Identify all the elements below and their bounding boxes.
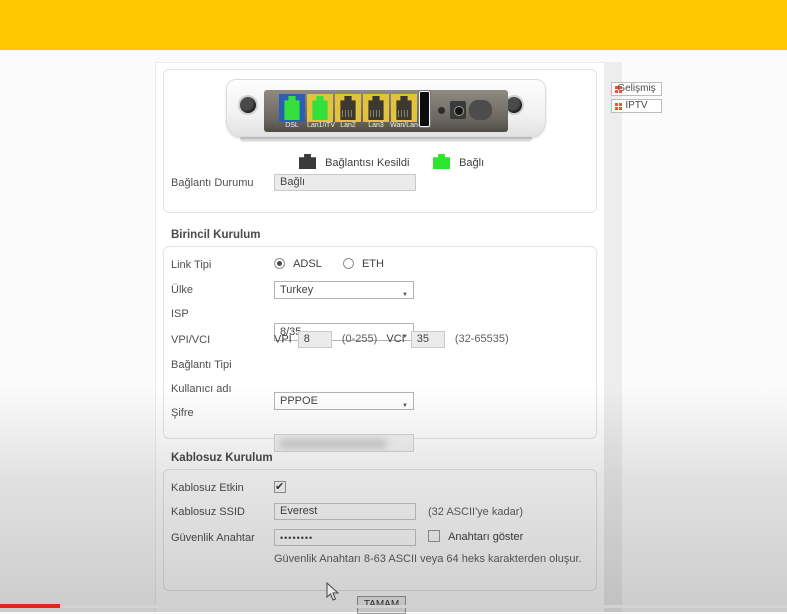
connected-plug-icon	[433, 154, 450, 169]
username-label: Kullanıcı adı	[171, 383, 232, 395]
wan-jack-disconnected-icon	[394, 96, 414, 120]
ssid-label: Kablosuz SSID	[171, 506, 245, 518]
port-lan1-iptv	[307, 94, 333, 122]
iptv-button-label: IPTV	[625, 100, 647, 111]
antenna-mount-left	[238, 95, 258, 115]
connection-type-select[interactable]: PPPOE ▼	[274, 392, 414, 410]
adsl-radio[interactable]	[274, 258, 285, 269]
isp-label: ISP	[171, 308, 189, 320]
grid-icon	[615, 86, 622, 93]
country-select-value: Turkey	[280, 284, 313, 296]
top-banner	[0, 0, 787, 50]
advanced-button[interactable]: Gelişmiş	[611, 82, 662, 96]
connection-status-field: Bağlı	[274, 174, 416, 191]
username-redacted-value	[279, 439, 387, 448]
chevron-down-icon: ▼	[402, 287, 408, 303]
port-dsl	[279, 94, 305, 122]
video-progress-played	[0, 604, 60, 608]
legend-connected-label: Bağlı	[459, 157, 484, 169]
ssid-input[interactable]: Everest	[274, 503, 416, 520]
wireless-enabled-control	[274, 481, 286, 494]
usb-port	[419, 91, 430, 127]
wireless-setup-title: Kablosuz Kurulum	[171, 452, 273, 464]
chevron-down-icon: ▼	[402, 398, 408, 414]
legend-connected: Bağlı	[433, 154, 484, 169]
security-key-input[interactable]: ••••••••	[274, 529, 416, 546]
reset-button	[438, 107, 445, 114]
security-key-hint: Güvenlik Anahtarı 8-63 ASCII veya 64 hek…	[274, 553, 582, 565]
dsl-jack-connected-icon	[282, 96, 302, 120]
vci-input[interactable]: 35	[411, 331, 445, 348]
vpi-vci-label: VPI/VCI	[171, 334, 210, 346]
show-key-label[interactable]: Anahtarı göster	[448, 531, 523, 543]
primary-setup-title: Birincil Kurulum	[171, 229, 260, 241]
country-label: Ülke	[171, 284, 193, 296]
wireless-enabled-checkbox[interactable]	[274, 481, 286, 493]
port-lan2	[335, 94, 361, 122]
eth-radio[interactable]	[343, 258, 354, 269]
router-image: DSL Lan1/iTV Lan2 Lan3 Wan/Lan4	[226, 77, 546, 145]
power-button	[469, 100, 492, 120]
legend-disconnected: Bağlantısı Kesildi	[299, 154, 409, 169]
adsl-radio-label[interactable]: ADSL	[293, 258, 322, 270]
vci-field-label: VCI	[386, 333, 404, 345]
connection-status-label: Bağlantı Durumu	[171, 177, 254, 189]
ssid-hint: (32 ASCII'ye kadar)	[428, 506, 523, 518]
vpi-vci-controls: VPI 8 (0-255) VCI 35 (32-65535)	[274, 331, 584, 348]
iptv-button[interactable]: IPTV	[611, 99, 662, 113]
wireless-enabled-label: Kablosuz Etkin	[171, 482, 244, 494]
vpi-input[interactable]: 8	[298, 331, 332, 348]
lan1-jack-connected-icon	[310, 96, 330, 120]
disconnected-plug-icon	[299, 154, 316, 169]
grid-icon	[615, 103, 622, 110]
show-key-checkbox[interactable]	[428, 530, 440, 542]
legend-disconnected-label: Bağlantısı Kesildi	[325, 157, 409, 169]
connection-type-label: Bağlantı Tipi	[171, 359, 232, 371]
username-input[interactable]	[274, 434, 414, 452]
security-key-label: Güvenlik Anahtar	[171, 532, 255, 544]
lan3-jack-disconnected-icon	[366, 96, 386, 120]
show-key-control: Anahtarı göster	[428, 530, 523, 543]
advanced-button-label: Gelişmiş	[617, 83, 655, 94]
setup-card: DSL Lan1/iTV Lan2 Lan3 Wan/Lan4 Bağlantı…	[155, 62, 605, 612]
port-lan3	[363, 94, 389, 122]
vpi-field-label: VPI	[274, 333, 292, 345]
lan2-jack-disconnected-icon	[338, 96, 358, 120]
port-wan-lan4	[391, 94, 417, 122]
password-label: Şifre	[171, 407, 194, 419]
video-progress-track[interactable]	[0, 605, 787, 608]
vpi-range-hint: (0-255)	[342, 333, 377, 345]
country-select[interactable]: Turkey ▼	[274, 281, 414, 299]
link-type-radios: ADSL ETH	[274, 258, 384, 270]
eth-radio-label[interactable]: ETH	[362, 258, 384, 270]
vci-range-hint: (32-65535)	[455, 333, 509, 345]
power-jack	[450, 101, 466, 119]
mouse-cursor	[326, 582, 339, 601]
scrollbar-track[interactable]	[605, 62, 622, 612]
link-type-label: Link Tipi	[171, 259, 211, 271]
connection-type-select-value: PPPOE	[280, 395, 318, 407]
